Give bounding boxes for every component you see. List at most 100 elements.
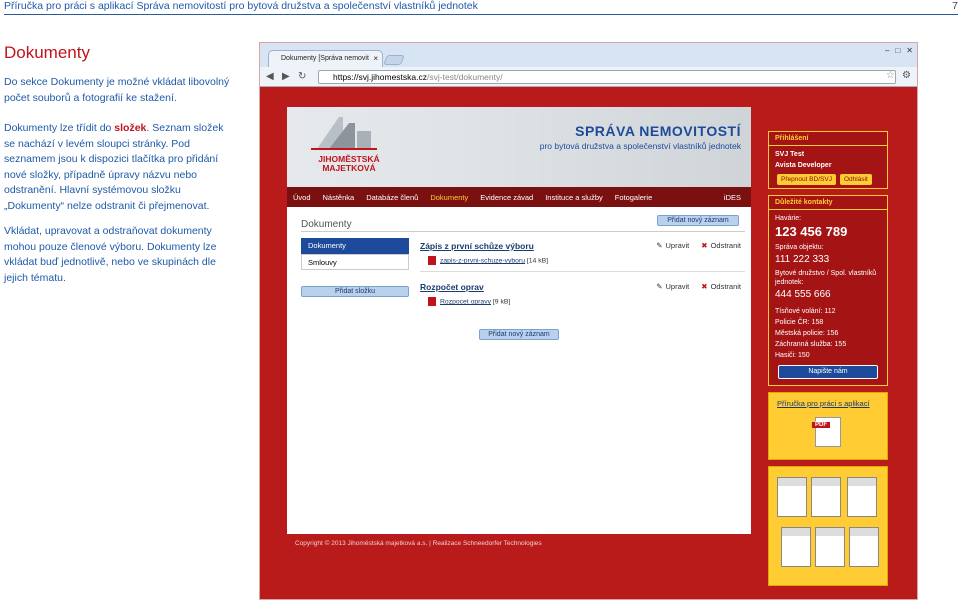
reload-icon[interactable]: ↻ xyxy=(298,71,306,82)
user-name: Avista Developer xyxy=(775,162,832,169)
nav-item-uvod[interactable]: Úvod xyxy=(287,193,317,202)
login-heading: Přihlášení xyxy=(769,132,887,146)
magazine-thumbnail[interactable] xyxy=(777,477,807,517)
wrench-icon[interactable]: ⚙ xyxy=(902,70,911,81)
file-link[interactable]: zapis-z-prvni-schuze-vyboru [14 kB] xyxy=(428,256,548,265)
pdf-icon xyxy=(428,256,436,265)
nav-item-evidence[interactable]: Evidence závad xyxy=(474,193,539,202)
document-item: Zápis z první schůze výboru ✎ Upravit ✖ Od… xyxy=(420,241,745,272)
edit-label: Upravit xyxy=(665,282,690,291)
site-footer: Copyright © 2013 Jihoměstská majetková a… xyxy=(295,540,542,547)
nav-item-databaze[interactable]: Databáze členů xyxy=(360,193,424,202)
nav-item-instituce[interactable]: Instituce a služby xyxy=(539,193,609,202)
emergency-line: Policie ČR: 158 xyxy=(775,319,824,326)
window-close-icon[interactable]: ✕ xyxy=(906,46,913,55)
edit-button[interactable]: ✎ Upravit xyxy=(656,241,689,250)
contact-number: 123 456 789 xyxy=(775,224,848,239)
close-icon[interactable]: × xyxy=(373,51,378,67)
add-folder-button[interactable]: Přidat složku xyxy=(301,286,409,297)
banner-subtitle: pro bytová družstva a společenství vlast… xyxy=(539,141,741,151)
section-heading: Dokumenty xyxy=(4,43,90,62)
svj-name: SVJ Test xyxy=(775,151,805,158)
pdf-label: PDF xyxy=(812,422,830,428)
nav-item-dokumenty[interactable]: Dokumenty xyxy=(424,193,474,202)
banner-title: SPRÁVA NEMOVITOSTÍ xyxy=(575,123,741,139)
divider xyxy=(301,231,745,232)
file-size: [9 kB] xyxy=(492,298,511,306)
contacts-heading: Důležité kontakty xyxy=(769,196,887,210)
document-actions: ✎ Upravit ✖ Odstranit xyxy=(656,282,741,291)
page-number: 7 xyxy=(952,0,958,12)
magazine-thumbnail[interactable] xyxy=(781,527,811,567)
login-actions: Přepnout BD/SVJ Odhlásit xyxy=(769,171,887,188)
file-name: zapis-z-prvni-schuze-vyboru xyxy=(440,257,525,265)
delete-label: Odstranit xyxy=(710,282,741,291)
nav-item-fotogalerie[interactable]: Fotogalerie xyxy=(609,193,659,202)
emergency-line: Městská policie: 156 xyxy=(775,330,839,337)
site-page: JIHOMĚSTSKÁ MAJETKOVÁ SPRÁVA NEMOVITOSTÍ… xyxy=(287,107,751,534)
edit-label: Upravit xyxy=(665,241,690,250)
content-title: Dokumenty xyxy=(301,219,352,230)
paragraph-folders-bold: složek xyxy=(114,122,147,134)
magazine-thumbnail[interactable] xyxy=(811,477,841,517)
document-actions: ✎ Upravit ✖ Odstranit xyxy=(656,241,741,250)
back-icon[interactable]: ◀ xyxy=(266,71,274,82)
delete-button[interactable]: ✖ Odstranit xyxy=(701,282,741,291)
browser-tab[interactable]: Dokumenty [Správa nemovit × xyxy=(268,50,383,67)
contact-number: 111 222 333 xyxy=(775,254,830,265)
logout-button[interactable]: Odhlásit xyxy=(839,174,872,185)
paragraph-intro: Do sekce Dokumenty je možné vkládat libo… xyxy=(4,76,230,104)
browser-chrome: Dokumenty [Správa nemovit × – □ ✕ ◀ ▶ ↻ htt… xyxy=(260,43,917,87)
nav-item-ides[interactable]: iDES xyxy=(718,193,751,202)
browser-tab-title: Dokumenty [Správa nemovit xyxy=(281,55,369,62)
pdf-download-icon[interactable]: PDF xyxy=(812,417,841,447)
divider xyxy=(420,271,745,272)
document-header-title: Příručka pro práci s aplikací Správa nem… xyxy=(4,0,478,12)
switch-button[interactable]: Přepnout BD/SVJ xyxy=(777,174,836,185)
emergency-line: Tísňové volání: 112 xyxy=(775,308,836,315)
folder-list: Dokumenty Smlouvy xyxy=(301,238,409,270)
delete-button[interactable]: ✖ Odstranit xyxy=(701,241,741,250)
pdf-icon xyxy=(428,297,436,306)
main-nav: Úvod Nástěnka Databáze členů Dokumenty E… xyxy=(287,187,751,207)
contacts-box: Důležité kontakty Havárie: 123 456 789 S… xyxy=(768,195,888,386)
delete-icon: ✖ xyxy=(701,241,708,250)
manual-link[interactable]: Příručka pro práci s aplikací xyxy=(777,399,870,408)
magazine-thumbnail[interactable] xyxy=(849,527,879,567)
maximize-icon[interactable]: □ xyxy=(895,46,900,55)
file-size: [14 kB] xyxy=(526,257,549,265)
edit-icon: ✎ xyxy=(656,241,663,250)
contact-label: Bytové družstvo / Spol. vlastníků jednot… xyxy=(775,270,877,286)
folder-item-smlouvy[interactable]: Smlouvy xyxy=(301,254,409,270)
contact-number: 444 555 666 xyxy=(775,289,831,300)
new-tab-icon[interactable] xyxy=(383,55,405,65)
add-record-button-bottom[interactable]: Přidat nový záznam xyxy=(479,329,559,340)
paragraph-folders-a: Dokumenty lze třídit do xyxy=(4,122,115,134)
delete-icon: ✖ xyxy=(701,282,708,291)
document-item: Rozpočet oprav ✎ Upravit ✖ Odstranit Rozpo… xyxy=(420,282,745,306)
contact-label: Havárie: xyxy=(775,215,802,222)
sidebar: Přihlášení SVJ Test Avista Developer Pře… xyxy=(768,131,888,586)
address-bar: ◀ ▶ ↻ https://svj.jihomestska.cz/svj-tes… xyxy=(260,67,917,87)
url-input[interactable]: https://svj.jihomestska.cz/svj-test/doku… xyxy=(318,70,896,84)
emergency-line: Hasiči: 150 xyxy=(775,352,810,359)
add-record-button-top[interactable]: Přidat nový záznam xyxy=(657,215,739,226)
minimize-icon[interactable]: – xyxy=(885,46,889,55)
folder-item-dokumenty[interactable]: Dokumenty xyxy=(301,238,409,254)
magazine-thumbnail[interactable] xyxy=(847,477,877,517)
login-box: Přihlášení SVJ Test Avista Developer Pře… xyxy=(768,131,888,189)
url-host: https://svj.jihomestska.cz xyxy=(333,72,428,82)
paragraph-folders: Dokumenty lze třídit do složek. Seznam s… xyxy=(4,121,236,214)
magazine-thumbnail[interactable] xyxy=(815,527,845,567)
forward-icon[interactable]: ▶ xyxy=(282,71,290,82)
paragraph-folders-b: . Seznam složek se nachází v levém sloup… xyxy=(4,122,224,212)
paragraph-permissions: Vkládat, upravovat a odstraňovat dokumen… xyxy=(4,225,217,284)
manual-box: Příručka pro práci s aplikací PDF xyxy=(768,392,888,460)
magazine-box xyxy=(768,466,888,586)
bookmark-star-icon[interactable]: ☆ xyxy=(886,70,895,81)
file-link[interactable]: Rozpocet opravy [9 kB] xyxy=(428,297,510,306)
document-header: Příručka pro práci s aplikací Správa nem… xyxy=(4,0,958,15)
write-us-button[interactable]: Napište nám xyxy=(778,365,878,379)
edit-button[interactable]: ✎ Upravit xyxy=(656,282,689,291)
nav-item-nastenka[interactable]: Nástěnka xyxy=(317,193,361,202)
